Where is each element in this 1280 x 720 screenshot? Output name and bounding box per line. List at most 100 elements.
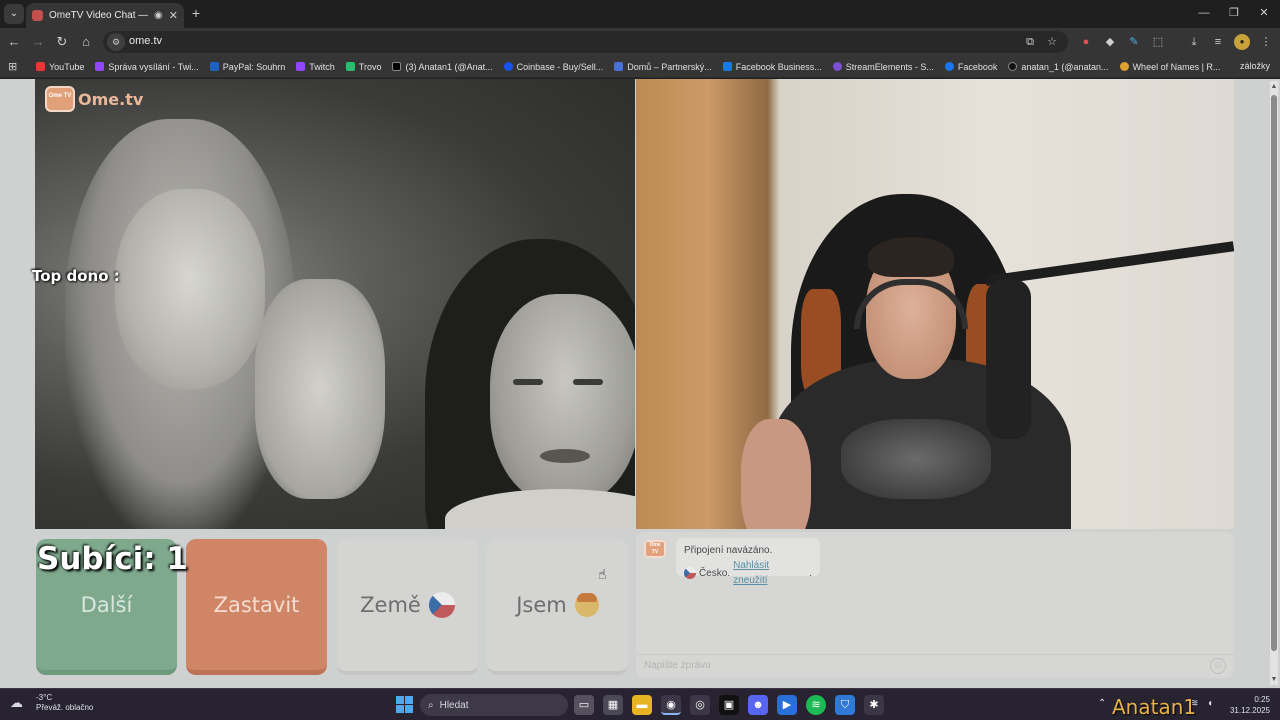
gender-button-label: Jsem xyxy=(516,593,567,617)
bookmark-item[interactable]: StreamElements - S... xyxy=(832,61,934,72)
bookmark-item[interactable]: Coinbase - Buy/Sell... xyxy=(503,61,604,72)
system-message: Připojení navázáno. Česko. Nahlásit zneu… xyxy=(676,538,820,586)
bookmark-label: StreamElements - S... xyxy=(845,61,934,72)
bookmark-label: Trovo xyxy=(358,61,382,72)
country-button-label: Země xyxy=(360,593,421,617)
ometv-bot-icon: Ome TV xyxy=(644,540,666,558)
site-info-icon[interactable]: ⚙ xyxy=(107,33,125,51)
volume-icon[interactable]: ◖ xyxy=(1207,698,1213,709)
partner-icon xyxy=(614,62,624,71)
bookmark-item[interactable]: Facebook xyxy=(944,61,998,72)
bookmark-item[interactable]: Domů – Partnerský... xyxy=(614,62,712,72)
bookmark-item[interactable]: Twitch xyxy=(296,62,335,72)
twitch-icon xyxy=(95,62,105,71)
app-icon[interactable]: ▶ xyxy=(777,695,797,715)
youtube-icon xyxy=(36,62,45,71)
czech-flag-icon xyxy=(684,567,696,579)
media-controls-icon[interactable]: ≡ xyxy=(1210,34,1226,50)
extension-shield-icon[interactable]: ◆ xyxy=(1102,34,1118,50)
weather-temperature: -3°C xyxy=(36,693,53,702)
audio-playing-icon[interactable]: ◉ xyxy=(154,10,163,21)
minimize-window-icon[interactable]: — xyxy=(1196,5,1212,21)
own-webcam-video xyxy=(636,79,1234,529)
report-abuse-link[interactable]: Nahlásit zneužití xyxy=(733,558,806,588)
downloads-icon[interactable]: ⤓ xyxy=(1186,34,1202,50)
windows-start-icon[interactable] xyxy=(396,696,413,713)
meta-icon xyxy=(722,62,732,71)
profile-avatar-icon[interactable]: ● xyxy=(1234,34,1250,50)
store-icon[interactable]: ▦ xyxy=(603,695,623,715)
taskbar-clock[interactable]: 0:25 31.12.2025 xyxy=(1222,694,1270,716)
bookmark-label: Správa vysílání - Twi... xyxy=(108,61,199,72)
bookmark-item[interactable]: Trovo xyxy=(345,61,382,72)
address-url[interactable]: ome.tv xyxy=(129,35,162,47)
address-bar[interactable]: ⚙ ome.tv xyxy=(103,31,1068,53)
discord-icon[interactable]: ☻ xyxy=(748,695,768,715)
boy-face-icon xyxy=(574,593,599,617)
scroll-up-icon[interactable]: ▲ xyxy=(1270,83,1278,90)
restore-window-icon[interactable]: ❐ xyxy=(1226,5,1242,21)
apps-grid-icon[interactable]: ⊞ xyxy=(8,60,22,73)
streamelements-icon xyxy=(832,62,842,71)
bookmark-label: Coinbase - Buy/Sell... xyxy=(516,61,604,72)
task-view-icon[interactable]: ▭ xyxy=(574,695,594,715)
tab-title: OmeTV Video Chat — Ome xyxy=(49,10,149,21)
bookmark-item[interactable]: Správa vysílání - Twi... xyxy=(95,61,199,72)
forward-arrow-icon[interactable]: → xyxy=(30,34,46,50)
bookmark-label: Domů – Partnerský... xyxy=(627,61,712,72)
bookmark-item[interactable]: anatan_1 (@anatan... xyxy=(1008,62,1109,72)
browser-tab-bar: ⌄ OmeTV Video Chat — Ome ◉ ✕ + — ❐ ✕ xyxy=(0,0,1280,28)
bookmark-item[interactable]: (3) Anatan1 (@Anat... xyxy=(392,62,493,72)
ometv-tv-icon: Ome TV xyxy=(45,86,75,112)
ometv-logo: Ome TV Ome.tv xyxy=(45,86,143,112)
tab-ometv[interactable]: OmeTV Video Chat — Ome ◉ ✕ xyxy=(26,3,184,28)
coinbase-icon xyxy=(503,62,513,71)
extension-icon[interactable]: ● xyxy=(1078,34,1094,50)
emoji-picker-icon[interactable]: ☺ xyxy=(1210,658,1226,674)
menu-kebab-icon[interactable]: ⋮ xyxy=(1258,34,1274,50)
top-donor-overlay: Top dono : xyxy=(32,267,120,285)
hand-cursor-icon: ☝ xyxy=(598,566,607,582)
install-app-icon[interactable]: ⧉ xyxy=(1022,34,1038,50)
extensions-puzzle-icon[interactable]: ⬚ xyxy=(1150,34,1166,50)
chat-message-input[interactable]: Napište zprávu xyxy=(636,654,1234,678)
back-arrow-icon[interactable]: ← xyxy=(6,34,22,50)
security-shield-icon[interactable]: ⛉ xyxy=(835,695,855,715)
chrome-icon[interactable]: ◉ xyxy=(661,695,681,715)
bookmark-item[interactable]: YouTube xyxy=(36,62,84,72)
wheel-icon xyxy=(1119,62,1129,71)
subscribers-overlay: Subíci: 1 xyxy=(37,541,188,577)
bookmark-item[interactable]: Facebook Business... xyxy=(722,61,822,72)
gender-select-button[interactable]: Jsem xyxy=(487,539,628,675)
home-icon[interactable]: ⌂ xyxy=(78,34,94,50)
bookmark-item[interactable]: Wheel of Names | R... xyxy=(1119,62,1220,72)
stop-button[interactable]: Zastavit xyxy=(186,539,327,675)
tab-list-button[interactable]: ⌄ xyxy=(4,4,24,24)
spotify-icon[interactable]: ≋ xyxy=(806,695,826,715)
close-window-icon[interactable]: ✕ xyxy=(1256,5,1272,21)
extension-translate-icon[interactable]: ✎ xyxy=(1126,34,1142,50)
close-tab-icon[interactable]: ✕ xyxy=(169,9,178,22)
app-icon[interactable]: ✱ xyxy=(864,695,884,715)
bookmark-label: Facebook xyxy=(957,61,998,72)
bookmark-label: Twitch xyxy=(309,61,335,72)
scrollbar-thumb[interactable] xyxy=(1271,95,1277,651)
bookmark-item[interactable]: PayPal: Souhrn xyxy=(209,62,285,72)
terminal-icon[interactable]: ▣ xyxy=(719,695,739,715)
czech-flag-icon xyxy=(428,592,455,618)
reload-icon[interactable]: ↻ xyxy=(54,34,70,50)
tray-chevron-icon[interactable]: ⌃ xyxy=(1098,698,1106,709)
new-tab-button[interactable]: + xyxy=(188,5,204,21)
bookmark-label: Facebook Business... xyxy=(735,61,822,72)
obs-icon[interactable]: ◎ xyxy=(690,695,710,715)
bookmark-star-icon[interactable]: ☆ xyxy=(1044,34,1060,50)
country-select-button[interactable]: Země xyxy=(337,539,478,675)
taskbar-search[interactable]: ⌕ Hledat xyxy=(420,694,568,716)
paypal-icon xyxy=(209,62,219,71)
clock-date: 31.12.2025 xyxy=(1229,706,1270,715)
scroll-down-icon[interactable]: ▼ xyxy=(1270,676,1278,683)
weather-widget[interactable]: ☁ -3°C Převáž. oblačno xyxy=(10,693,93,713)
page-scrollbar[interactable]: ▲ ▼ xyxy=(1270,81,1278,685)
file-explorer-icon[interactable]: ▬ xyxy=(632,695,652,715)
other-bookmarks[interactable]: záložky xyxy=(1240,61,1270,71)
